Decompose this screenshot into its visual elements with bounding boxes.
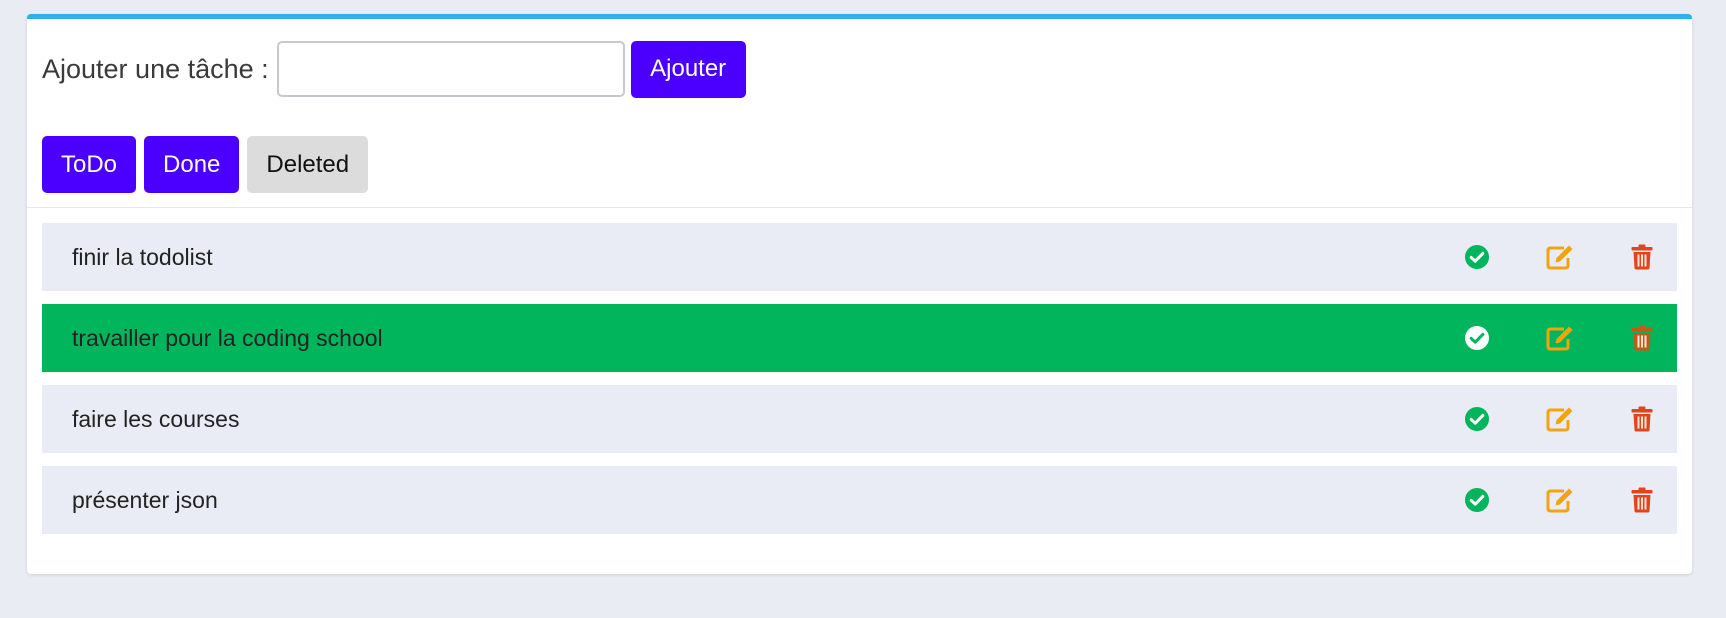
task-row: présenter json — [42, 466, 1677, 534]
task-text: travailler pour la coding school — [72, 324, 383, 351]
trash-icon[interactable] — [1631, 244, 1653, 270]
edit-icon[interactable] — [1545, 486, 1575, 514]
filter-done-button[interactable]: Done — [144, 136, 240, 193]
filter-todo-button[interactable]: ToDo — [42, 136, 137, 193]
check-circle-icon[interactable] — [1464, 406, 1490, 432]
check-circle-icon[interactable] — [1464, 325, 1490, 351]
filter-buttons: ToDo Done Deleted — [42, 136, 369, 193]
edit-icon[interactable] — [1545, 405, 1575, 433]
task-list: finir la todolist travailler pour la cod… — [42, 223, 1677, 547]
task-text: présenter json — [72, 486, 218, 513]
edit-icon[interactable] — [1545, 324, 1575, 352]
check-circle-icon[interactable] — [1464, 487, 1490, 513]
task-row: travailler pour la coding school — [42, 304, 1677, 372]
add-task-button[interactable]: Ajouter — [630, 40, 746, 98]
todo-card: Ajouter une tâche : Ajouter ToDo Done De… — [27, 14, 1692, 574]
divider — [27, 207, 1692, 208]
filter-deleted-button[interactable]: Deleted — [247, 136, 369, 193]
task-row: faire les courses — [42, 385, 1677, 453]
trash-icon[interactable] — [1631, 406, 1653, 432]
edit-icon[interactable] — [1545, 243, 1575, 271]
trash-icon[interactable] — [1631, 325, 1653, 351]
add-task-label: Ajouter une tâche : — [42, 53, 269, 84]
add-task-form: Ajouter une tâche : Ajouter — [42, 40, 746, 98]
trash-icon[interactable] — [1631, 487, 1653, 513]
add-task-input[interactable] — [276, 41, 625, 97]
task-text: faire les courses — [72, 405, 240, 432]
task-text: finir la todolist — [72, 243, 213, 270]
task-row: finir la todolist — [42, 223, 1677, 291]
check-circle-icon[interactable] — [1464, 244, 1490, 270]
